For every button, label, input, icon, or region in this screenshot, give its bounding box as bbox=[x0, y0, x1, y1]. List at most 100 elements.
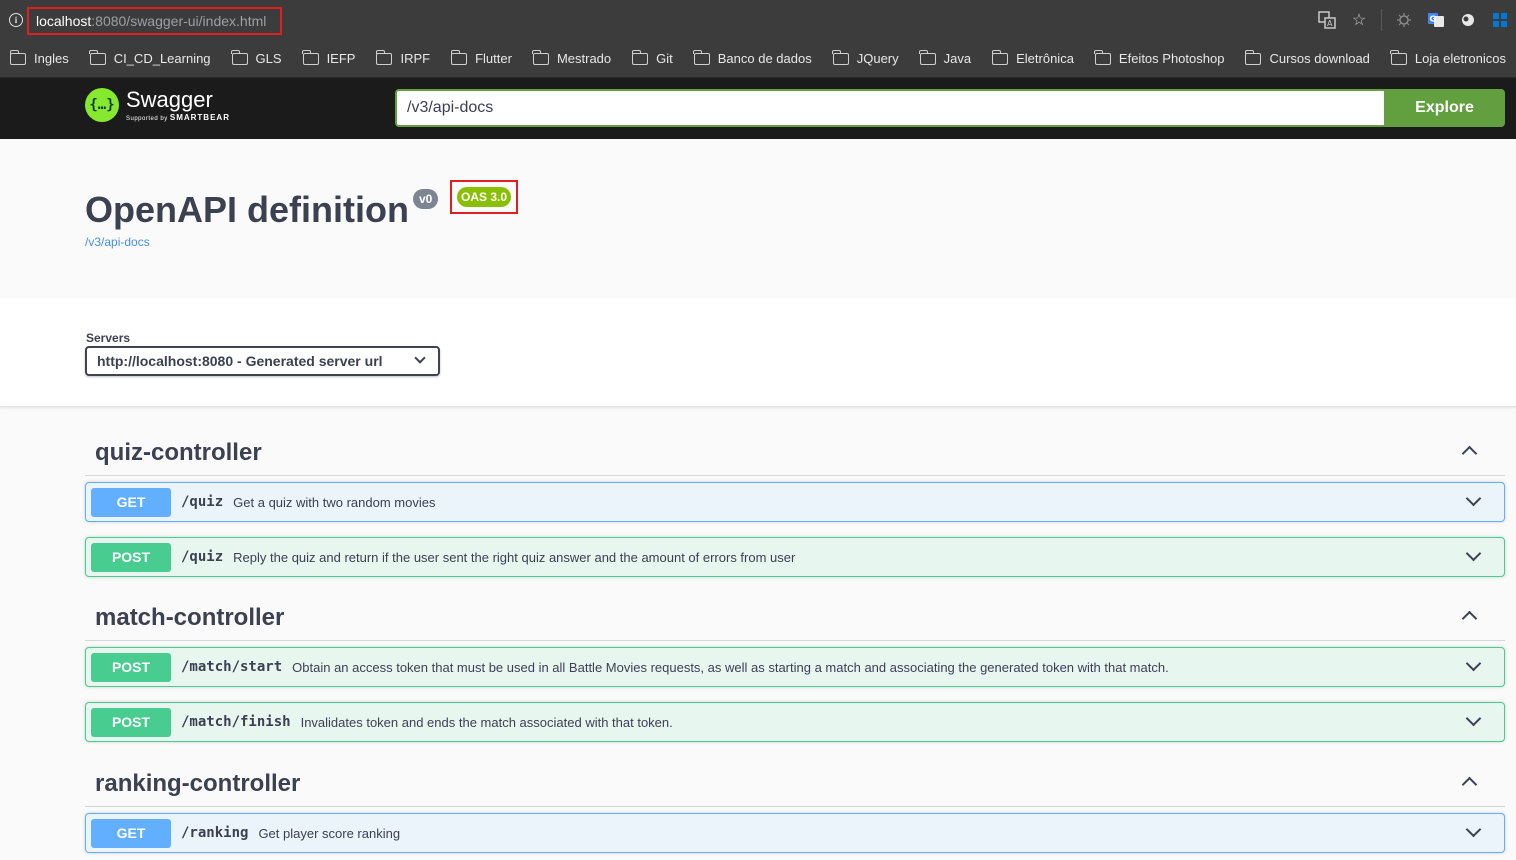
bookmark-label: IRPF bbox=[400, 51, 431, 66]
folder-icon bbox=[919, 49, 936, 65]
bookmark-label: Ingles bbox=[34, 51, 69, 66]
operation-summary: Obtain an access token that must be used… bbox=[292, 659, 1169, 675]
spec-link[interactable]: /v3/api-docs bbox=[85, 235, 150, 249]
folder-icon bbox=[1390, 49, 1407, 65]
chevron-up-icon[interactable] bbox=[1461, 445, 1478, 462]
site-info-icon[interactable]: i bbox=[9, 13, 23, 27]
swagger-logo-icon: {…} bbox=[85, 88, 119, 122]
operation-path: /quiz bbox=[181, 494, 224, 510]
profile-ext-icon[interactable] bbox=[1452, 0, 1484, 40]
svg-text:A: A bbox=[1327, 19, 1333, 28]
tag-title: quiz-controller bbox=[95, 439, 262, 466]
server-select[interactable]: http://localhost:8080 - Generated server… bbox=[85, 346, 440, 376]
chevron-up-icon[interactable] bbox=[1461, 776, 1478, 793]
folder-icon bbox=[693, 49, 710, 65]
bookmark-item[interactable]: GLS bbox=[231, 49, 282, 66]
api-url-input[interactable] bbox=[395, 89, 1384, 127]
bookmark-item[interactable]: Ingles bbox=[9, 49, 69, 66]
windows-icon[interactable] bbox=[1484, 0, 1516, 40]
operation-summary: Get player score ranking bbox=[258, 825, 401, 841]
api-url-form: Explore bbox=[395, 89, 1505, 127]
bookmark-item[interactable]: Efeitos Photoshop bbox=[1094, 49, 1225, 66]
bookmark-label: JQuery bbox=[856, 51, 899, 66]
bookmark-label: IEFP bbox=[326, 51, 356, 66]
translate-ext-icon[interactable]: G bbox=[1420, 0, 1452, 40]
server-selected-value: http://localhost:8080 - Generated server… bbox=[97, 353, 383, 369]
bookmark-label: Efeitos Photoshop bbox=[1118, 51, 1225, 66]
bookmark-item[interactable]: Loja eletronicos bbox=[1390, 49, 1506, 66]
folder-icon bbox=[302, 49, 319, 65]
swagger-logo[interactable]: {…} Swagger Supported by SMARTBEAR bbox=[85, 88, 230, 122]
chevron-down-icon[interactable] bbox=[1465, 821, 1482, 838]
bookmark-label: Cursos download bbox=[1269, 51, 1370, 66]
bookmark-item[interactable]: Java bbox=[919, 49, 972, 66]
translate-icon[interactable]: A bbox=[1311, 0, 1343, 40]
toolbar-divider bbox=[1381, 9, 1382, 31]
operation-summary: Invalidates token and ends the match ass… bbox=[300, 714, 673, 730]
bookmark-label: Java bbox=[943, 51, 972, 66]
url-bar[interactable]: localhost:8080/swagger-ui/index.html bbox=[27, 7, 282, 35]
swagger-logo-name: Swagger bbox=[126, 86, 213, 112]
bookmark-label: CI_CD_Learning bbox=[113, 51, 211, 66]
method-badge: GET bbox=[91, 818, 171, 848]
bookmark-label: Eletrônica bbox=[1016, 51, 1074, 66]
extension-icon[interactable] bbox=[1388, 0, 1420, 40]
folder-icon bbox=[832, 49, 849, 65]
chevron-up-icon[interactable] bbox=[1461, 610, 1478, 627]
folder-icon bbox=[89, 49, 106, 65]
chevron-down-icon[interactable] bbox=[1465, 490, 1482, 507]
folder-icon bbox=[1244, 49, 1262, 65]
folder-icon bbox=[9, 49, 26, 65]
bookmark-item[interactable]: IRPF bbox=[375, 49, 431, 66]
chevron-down-icon[interactable] bbox=[1465, 710, 1482, 727]
operation-row[interactable]: POST/match/finish Invalidates token and e… bbox=[85, 702, 1505, 742]
servers-section: Servers http://localhost:8080 - Generate… bbox=[0, 298, 1516, 407]
url-path: :8080/swagger-ui/index.html bbox=[91, 13, 267, 29]
url-host: localhost bbox=[36, 13, 92, 29]
logo-sub-brand: SMARTBEAR bbox=[169, 112, 230, 122]
folder-icon bbox=[631, 49, 649, 65]
operation-path: /quiz bbox=[181, 549, 224, 565]
bookmark-label: Git bbox=[656, 51, 673, 66]
operation-row[interactable]: POST/quiz Reply the quiz and return if th… bbox=[85, 537, 1505, 577]
bookmark-label: Banco de dados bbox=[717, 51, 812, 66]
bookmark-item[interactable]: Eletrônica bbox=[991, 49, 1074, 66]
operation-summary: Reply the quiz and return if the user se… bbox=[233, 549, 796, 565]
bookmark-label: GLS bbox=[255, 51, 282, 66]
operation-row[interactable]: POST/match/start Obtain an access token t… bbox=[85, 647, 1505, 687]
operation-path: /match/start bbox=[181, 659, 283, 675]
swagger-topbar: {…} Swagger Supported by SMARTBEAR Explo… bbox=[0, 78, 1516, 139]
bookmark-item[interactable]: Mestrado bbox=[532, 49, 612, 66]
bookmark-item[interactable]: Flutter bbox=[450, 49, 512, 66]
method-badge: POST bbox=[91, 707, 171, 737]
folder-icon bbox=[1094, 49, 1111, 65]
operation-path: /match/finish bbox=[181, 714, 291, 730]
explore-button[interactable]: Explore bbox=[1384, 89, 1505, 127]
oas-highlight-box: OAS 3.0 bbox=[450, 180, 518, 214]
bookmark-item[interactable]: JQuery bbox=[832, 49, 899, 66]
tag-header-match-controller[interactable]: match-controller bbox=[85, 583, 1505, 641]
swagger-logo-text: Swagger Supported by SMARTBEAR bbox=[126, 86, 230, 122]
operation-row[interactable]: GET/ranking Get player score ranking bbox=[85, 813, 1505, 853]
tag-header-quiz-controller[interactable]: quiz-controller bbox=[85, 418, 1505, 476]
browser-address-bar: i localhost:8080/swagger-ui/index.html A… bbox=[0, 0, 1516, 40]
bookmark-label: Mestrado bbox=[556, 51, 612, 66]
bookmark-item[interactable]: Cursos download bbox=[1244, 49, 1370, 66]
folder-icon bbox=[450, 49, 468, 65]
bookmark-item[interactable]: Banco de dados bbox=[693, 49, 812, 66]
star-icon[interactable]: ☆ bbox=[1343, 0, 1375, 40]
chevron-down-icon[interactable] bbox=[1465, 655, 1482, 672]
tag-title: ranking-controller bbox=[95, 770, 301, 797]
bookmark-item[interactable]: CI_CD_Learning bbox=[89, 49, 211, 66]
chevron-down-icon[interactable] bbox=[1465, 545, 1482, 562]
oas-badge: OAS 3.0 bbox=[456, 187, 512, 207]
method-badge: GET bbox=[91, 487, 171, 517]
bookmark-item[interactable]: IEFP bbox=[302, 49, 356, 66]
folder-icon bbox=[375, 49, 393, 65]
operation-summary: Get a quiz with two random movies bbox=[233, 494, 436, 510]
folder-icon bbox=[532, 49, 549, 65]
operation-row[interactable]: GET/quiz Get a quiz with two random movie… bbox=[85, 482, 1505, 522]
tag-header-ranking-controller[interactable]: ranking-controller bbox=[85, 749, 1505, 807]
tag-title: match-controller bbox=[95, 604, 285, 631]
bookmark-item[interactable]: Git bbox=[631, 49, 673, 66]
